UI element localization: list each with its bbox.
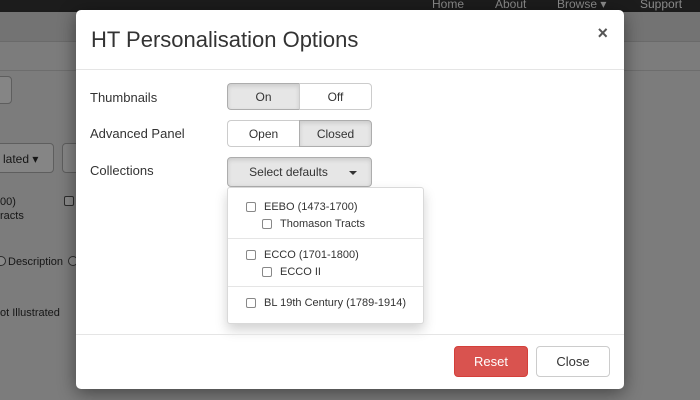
bg-tracts-text: racts — [0, 210, 24, 222]
dropdown-divider — [228, 238, 423, 239]
bg-description-text: Description — [8, 256, 64, 268]
thumbnails-toggle: On Off — [227, 83, 372, 110]
select-defaults-label: Select defaults — [249, 165, 328, 179]
select-defaults-button[interactable]: Select defaults — [227, 157, 372, 187]
thumbnails-off-button[interactable]: Off — [299, 83, 372, 110]
eebo-checkbox[interactable] — [246, 202, 256, 212]
modal-header: HT Personalisation Options × — [76, 10, 624, 70]
collection-item-label: ECCO II — [280, 266, 321, 278]
collection-item-label: ECCO (1701-1800) — [264, 249, 359, 261]
bg-sort-dropdown: lated ▾ — [0, 143, 54, 173]
advanced-panel-open-button[interactable]: Open — [227, 120, 299, 147]
nav-link-support[interactable]: Support — [640, 0, 682, 11]
collection-item-label: Thomason Tracts — [280, 218, 365, 230]
caret-down-icon — [349, 171, 357, 175]
collections-label: Collections — [90, 163, 154, 178]
personalisation-modal: HT Personalisation Options × Thumbnails … — [76, 10, 624, 389]
thumbnails-on-button[interactable]: On — [227, 83, 299, 110]
reset-button[interactable]: Reset — [454, 346, 528, 377]
close-icon[interactable]: × — [597, 23, 608, 44]
thumbnails-label: Thumbnails — [90, 90, 158, 105]
bg-checkbox — [64, 196, 74, 206]
ecco-ii-checkbox[interactable] — [262, 267, 272, 277]
close-button[interactable]: Close — [536, 346, 610, 377]
collections-dropdown-menu: EEBO (1473-1700) Thomason Tracts ECCO (1… — [227, 187, 424, 324]
thomason-tracts-checkbox[interactable] — [262, 219, 272, 229]
collection-item-ecco[interactable]: ECCO (1701-1800) — [246, 249, 359, 261]
collection-item-eebo[interactable]: EEBO (1473-1700) — [246, 201, 358, 213]
collection-item-bl-19th-century[interactable]: BL 19th Century (1789-1914) — [246, 297, 406, 309]
dropdown-divider — [228, 286, 423, 287]
advanced-panel-toggle: Open Closed — [227, 120, 372, 147]
advanced-panel-closed-button[interactable]: Closed — [299, 120, 372, 147]
bg-date-text: 00) — [0, 196, 16, 208]
bg-sort-label: lated ▾ — [3, 152, 39, 166]
bg-partial-button — [0, 76, 12, 104]
advanced-panel-label: Advanced Panel — [90, 126, 185, 141]
collection-item-label: EEBO (1473-1700) — [264, 201, 358, 213]
bl-19th-century-checkbox[interactable] — [246, 298, 256, 308]
collection-item-thomason-tracts[interactable]: Thomason Tracts — [262, 218, 365, 230]
collection-item-ecco-ii[interactable]: ECCO II — [262, 266, 321, 278]
modal-title: HT Personalisation Options — [91, 27, 359, 52]
modal-footer: Reset Close — [76, 334, 624, 389]
bg-illustrated-text: ot Illustrated — [0, 307, 60, 319]
ecco-checkbox[interactable] — [246, 250, 256, 260]
collection-item-label: BL 19th Century (1789-1914) — [264, 297, 407, 309]
